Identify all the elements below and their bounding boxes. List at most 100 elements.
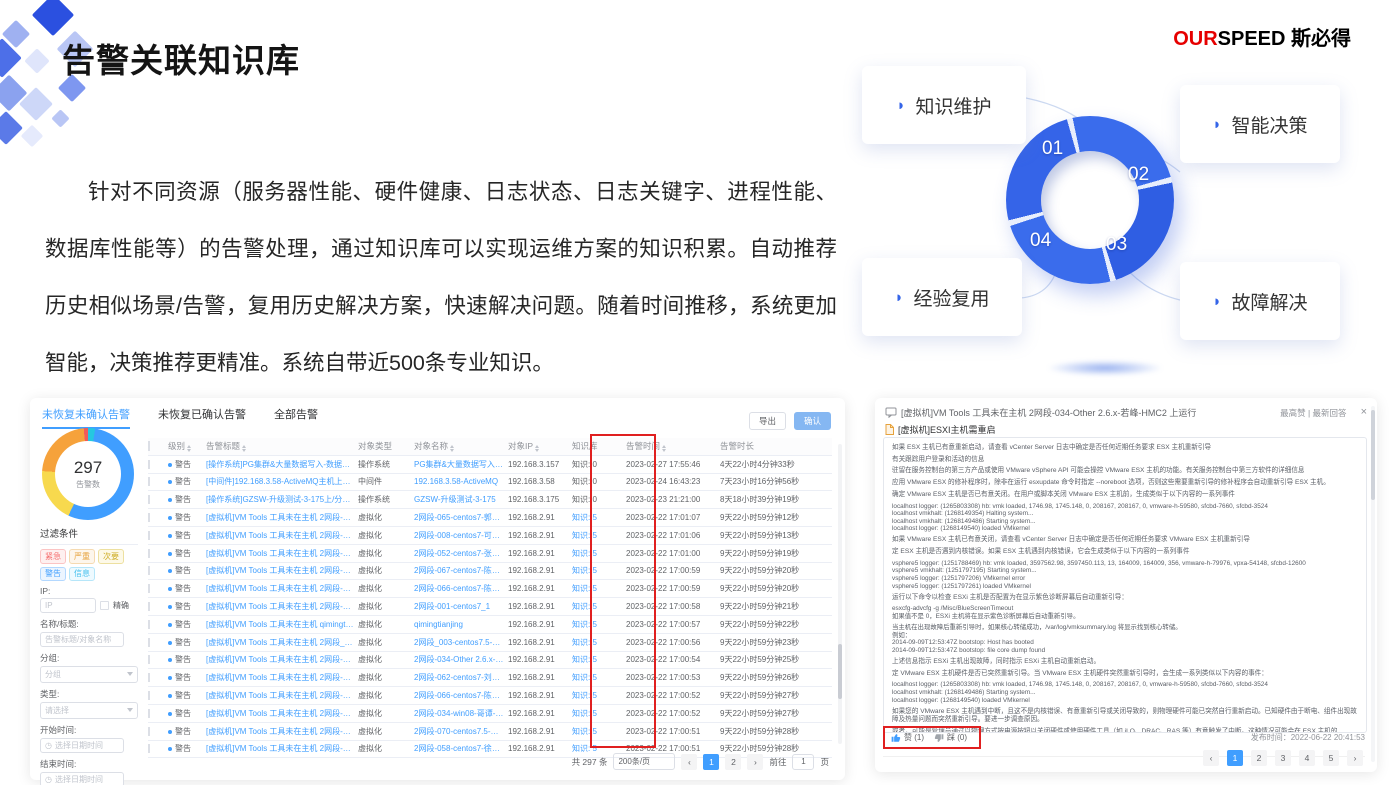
row-checkbox[interactable] bbox=[148, 620, 150, 629]
object-name-link[interactable]: 192.168.3.58-ActiveMQ bbox=[414, 477, 504, 486]
table-row[interactable]: 警告[操作系统]PG集群&大量数据写入-数据源-3-157 ...操作系统PG集… bbox=[148, 456, 832, 474]
kb-count-cell[interactable]: 知识: 5 bbox=[572, 565, 622, 576]
kb-count-cell[interactable]: 知识: 5 bbox=[572, 690, 622, 701]
alert-title-link[interactable]: [虚拟机]VM Tools 工具未在主机 2网段-070-cento... bbox=[206, 726, 354, 737]
table-row[interactable]: 警告[虚拟机]VM Tools 工具未在主机 2网段-065-cento...虚… bbox=[148, 509, 832, 527]
row-checkbox[interactable] bbox=[148, 549, 150, 558]
kb-sort-options[interactable]: 最高赞 | 最新回答 bbox=[1280, 407, 1346, 419]
row-checkbox[interactable] bbox=[148, 709, 150, 718]
table-row[interactable]: 警告[虚拟机]VM Tools 工具未在主机 2网段-070-cento...虚… bbox=[148, 723, 832, 741]
export-button[interactable]: 导出 bbox=[749, 412, 786, 430]
column-header[interactable]: 级别 bbox=[168, 440, 202, 452]
page-button-2[interactable]: 2 bbox=[725, 754, 741, 770]
column-header[interactable]: 对象名称 bbox=[414, 440, 504, 452]
page-button-1[interactable]: 1 bbox=[703, 754, 719, 770]
sort-caret-icon[interactable] bbox=[450, 445, 454, 452]
kb-article-title[interactable]: [虚拟机]ESXI主机需重启 bbox=[898, 423, 996, 436]
sort-caret-icon[interactable] bbox=[187, 445, 191, 452]
kb-count-cell[interactable]: 知识: 5 bbox=[572, 530, 622, 541]
alert-title-link[interactable]: [虚拟机]VM Tools 工具未在主机 2网段-066-cento... bbox=[206, 690, 354, 701]
object-name-link[interactable]: 2网段-052-centos7-张耀-... bbox=[414, 548, 504, 559]
row-checkbox[interactable] bbox=[148, 566, 150, 575]
row-checkbox[interactable] bbox=[148, 584, 150, 593]
table-row[interactable]: 警告[操作系统]GZSW-升级测试-3-175上/分区磁盘空...操作系统GZS… bbox=[148, 491, 832, 509]
table-row[interactable]: 警告[虚拟机]VM Tools 工具未在主机 2网段-066-cento...虚… bbox=[148, 687, 832, 705]
dislike-button[interactable]: 踩 (0) bbox=[934, 732, 967, 743]
alert-title-link[interactable]: [操作系统]GZSW-升级测试-3-175上/分区磁盘空... bbox=[206, 494, 354, 505]
kb-count-cell[interactable]: 知识: 5 bbox=[572, 512, 622, 523]
kb-count-cell[interactable]: 知识: 5 bbox=[572, 619, 622, 630]
object-name-link[interactable]: 2网段-034-win08-哥谭-H... bbox=[414, 708, 504, 719]
alert-title-link[interactable]: [虚拟机]VM Tools 工具未在主机 2网段-034-win08... bbox=[206, 708, 354, 719]
column-header[interactable]: 对象IP bbox=[508, 440, 568, 452]
severity-tag-cyan[interactable]: 信息 bbox=[69, 567, 95, 582]
row-checkbox[interactable] bbox=[148, 477, 150, 486]
alert-title-link[interactable]: [虚拟机]VM Tools 工具未在主机 2网段-052-cento... bbox=[206, 548, 354, 559]
table-scrollbar[interactable] bbox=[838, 444, 842, 744]
start-time-input[interactable]: ◷选择日期时间 bbox=[40, 738, 124, 753]
alert-title-link[interactable]: [操作系统]PG集群&大量数据写入-数据源-3-157 ... bbox=[206, 459, 354, 470]
goto-page-input[interactable]: 1 bbox=[792, 754, 814, 770]
end-time-input[interactable]: ◷选择日期时间 bbox=[40, 772, 124, 785]
alert-title-link[interactable]: [虚拟机]VM Tools 工具未在主机 qimingtianjing ... bbox=[206, 619, 354, 630]
kb-page-button-1[interactable]: 1 bbox=[1227, 750, 1243, 766]
severity-tag-blue[interactable]: 警告 bbox=[40, 567, 66, 582]
object-name-link[interactable]: 2网段-066-centos7-陈建... bbox=[414, 583, 504, 594]
next-page-button[interactable]: › bbox=[747, 754, 763, 770]
alert-title-link[interactable]: [虚拟机]VM Tools 工具未在主机 2网段-067-cento... bbox=[206, 565, 354, 576]
column-header[interactable]: 告警标题 bbox=[206, 440, 354, 452]
table-row[interactable]: 警告[虚拟机]VM Tools 工具未在主机 2网段-034-Other...虚… bbox=[148, 652, 832, 670]
row-checkbox[interactable] bbox=[148, 495, 150, 504]
object-name-link[interactable]: 2网段-001-centos7_1 bbox=[414, 601, 504, 612]
kb-count-cell[interactable]: 知识: 5 bbox=[572, 654, 622, 665]
type-select[interactable]: 请选择 bbox=[40, 702, 138, 719]
object-name-link[interactable]: 2网段-065-centos7-郭发... bbox=[414, 512, 504, 523]
table-row[interactable]: 警告[虚拟机]VM Tools 工具未在主机 2网段-062-cento...虚… bbox=[148, 669, 832, 687]
table-row[interactable]: 警告[虚拟机]VM Tools 工具未在主机 2网段-001-cento...虚… bbox=[148, 598, 832, 616]
alert-title-link[interactable]: [虚拟机]VM Tools 工具未在主机 2网段_003-cento... bbox=[206, 637, 354, 648]
alert-title-link[interactable]: [虚拟机]VM Tools 工具未在主机 2网段-034-Other... bbox=[206, 654, 354, 665]
severity-tag-yellow[interactable]: 次要 bbox=[98, 549, 124, 564]
kb-count-cell[interactable]: 知识: 5 bbox=[572, 708, 622, 719]
object-name-link[interactable]: 2网段-034-Other 2.6.x-若... bbox=[414, 654, 504, 665]
severity-tag-red[interactable]: 紧急 bbox=[40, 549, 66, 564]
sort-caret-icon[interactable] bbox=[242, 445, 246, 452]
object-name-link[interactable]: 2网段_003-centos7.5-崔辉... bbox=[414, 637, 504, 648]
kb-count-cell[interactable]: 知识: 5 bbox=[572, 601, 622, 612]
severity-tag-orange[interactable]: 严重 bbox=[69, 549, 95, 564]
name-input[interactable]: 告警标题/对象名称 bbox=[40, 632, 124, 647]
kb-count-cell[interactable]: 知识: 5 bbox=[572, 637, 622, 648]
table-row[interactable]: 警告[虚拟机]VM Tools 工具未在主机 2网段-034-win08...虚… bbox=[148, 705, 832, 723]
row-checkbox[interactable] bbox=[148, 673, 150, 682]
row-checkbox[interactable] bbox=[148, 513, 150, 522]
row-checkbox[interactable] bbox=[148, 638, 150, 647]
kb-count-cell[interactable]: 知识: 5 bbox=[572, 672, 622, 683]
kb-count-cell[interactable]: 知识: 5 bbox=[572, 583, 622, 594]
group-select[interactable]: 分组 bbox=[40, 666, 138, 683]
kb-next-page-button[interactable]: › bbox=[1347, 750, 1363, 766]
object-name-link[interactable]: PG集群&大量数据写入-数... bbox=[414, 459, 504, 470]
confirm-button[interactable]: 确认 bbox=[794, 412, 831, 430]
object-name-link[interactable]: 2网段-066-centos7-陈建... bbox=[414, 690, 504, 701]
alert-title-link[interactable]: [虚拟机]VM Tools 工具未在主机 2网段-008-cento... bbox=[206, 530, 354, 541]
select-all-checkbox[interactable] bbox=[148, 441, 150, 451]
kb-count-cell[interactable]: 知识: 5 bbox=[572, 548, 622, 559]
row-checkbox[interactable] bbox=[148, 744, 150, 753]
alert-title-link[interactable]: [虚拟机]VM Tools 工具未在主机 2网段-066-cento... bbox=[206, 583, 354, 594]
alert-title-link[interactable]: [虚拟机]VM Tools 工具未在主机 2网段-058-cento... bbox=[206, 743, 354, 754]
row-checkbox[interactable] bbox=[148, 602, 150, 611]
object-name-link[interactable]: qimingtianjing bbox=[414, 620, 504, 629]
table-row[interactable]: 警告[虚拟机]VM Tools 工具未在主机 2网段-052-cento...虚… bbox=[148, 545, 832, 563]
row-checkbox[interactable] bbox=[148, 691, 150, 700]
exact-checkbox[interactable] bbox=[100, 601, 109, 610]
kb-page-button-5[interactable]: 5 bbox=[1323, 750, 1339, 766]
tab-1[interactable]: 未恢复已确认告警 bbox=[158, 406, 246, 429]
object-name-link[interactable]: 2网段-008-centos7-可环-... bbox=[414, 530, 504, 541]
row-checkbox[interactable] bbox=[148, 460, 150, 469]
alert-title-link[interactable]: [中间件]192.168.3.58-ActiveMQ主机上内存泄PS S... bbox=[206, 476, 354, 487]
table-row[interactable]: 警告[虚拟机]VM Tools 工具未在主机 2网段_003-cento...虚… bbox=[148, 634, 832, 652]
kb-page-button-2[interactable]: 2 bbox=[1251, 750, 1267, 766]
object-name-link[interactable]: 2网段-067-centos7-陈建... bbox=[414, 565, 504, 576]
row-checkbox[interactable] bbox=[148, 655, 150, 664]
column-header[interactable]: 告警时间 bbox=[626, 440, 716, 452]
